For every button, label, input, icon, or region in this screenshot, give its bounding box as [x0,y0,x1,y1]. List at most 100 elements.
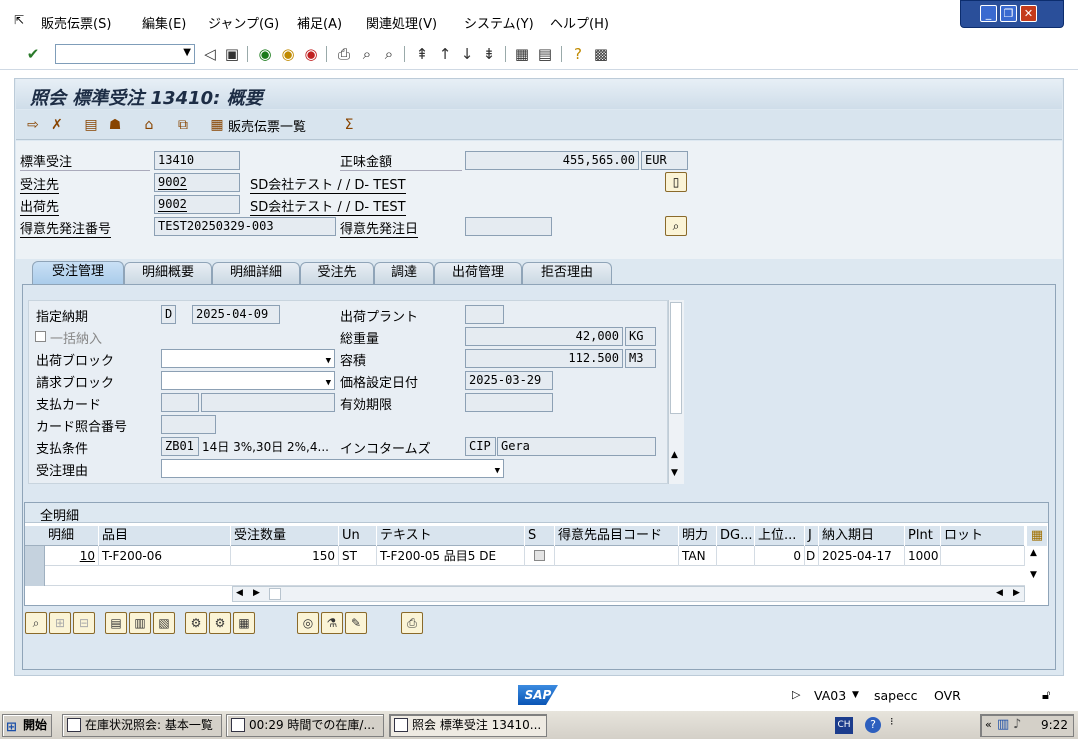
new-session-icon[interactable]: ▦ [513,45,531,63]
order-reason-select[interactable]: ▼ [161,459,504,478]
tab-sales[interactable]: 受注管理 [32,261,124,285]
weight-unit-field[interactable]: KG [625,327,656,346]
complete-delivery-checkbox[interactable] [35,331,46,342]
sold-to-label[interactable]: 受注先 [20,174,60,194]
deselect-all-icon[interactable]: ▧ [153,612,175,634]
table-row[interactable]: 10 T-F200-06 150 ST T-F200-05 品目5 DE TAN… [25,546,1025,566]
card-verification-field[interactable] [161,415,216,434]
display-change-icon[interactable]: ⇨ [24,116,42,134]
delivery-block-select[interactable]: ▼ [161,349,335,368]
scroll-up-icon[interactable]: ▲ [671,450,678,460]
scroll-right-end-icon[interactable]: ▶ [1013,588,1020,598]
po-number-label[interactable]: 得意先発注番号 [20,218,112,238]
column-header-text[interactable]: テキスト [377,526,525,546]
menu-extras[interactable]: 補足(A) [297,13,342,32]
pricing-icon[interactable]: ◎ [297,612,319,634]
cancel-icon[interactable]: ◉ [302,45,320,63]
payment-card-type-field[interactable] [161,393,199,412]
table-scroll-up-icon[interactable]: ▲ [1030,548,1037,558]
column-header-customer-material[interactable]: 得意先品目コード [555,526,679,546]
scroll-left-end-icon[interactable]: ◀ [996,588,1003,598]
ship-to-label[interactable]: 出荷先 [20,196,60,216]
header-icon[interactable]: ▤ [82,116,100,134]
table-horizontal-scrollbar[interactable]: ◀ ▶ ◀ ▶ [232,586,1025,602]
scroll-thumb[interactable] [670,302,682,414]
sum-icon[interactable]: Σ [340,116,358,134]
help-circle-icon[interactable]: ? [865,717,881,733]
net-value-field[interactable]: 455,565.00 [465,151,639,170]
availability-icon[interactable]: ⚗ [321,612,343,634]
cell-order-qty[interactable]: 150 [231,546,339,566]
ship-to-field[interactable]: 9002 [154,195,240,214]
close-button[interactable]: ✕ [1020,5,1037,22]
incoterms-field[interactable]: CIP [465,437,496,456]
cell-plant[interactable]: 1000 [905,546,941,566]
home-icon[interactable]: ⌂ [140,116,158,134]
column-header-dg[interactable]: DG... [717,526,755,546]
status-dropdown-icon[interactable]: ▼ [852,690,859,700]
tab-shipping[interactable]: 出荷管理 [434,262,522,284]
sales-doc-list-button[interactable]: 販売伝票一覧 [228,116,306,135]
row-selector[interactable] [25,566,45,586]
back-icon[interactable]: ◉ [256,45,274,63]
po-number-field[interactable]: TEST20250329-003 [154,217,336,236]
next-page-icon[interactable]: ↓ [458,45,476,63]
cell-s[interactable] [525,546,555,566]
pricing-date-field[interactable]: 2025-03-29 [465,371,553,390]
select-all-icon[interactable]: ▤ [105,612,127,634]
print-icon[interactable]: ⎙ [335,45,353,63]
status-triangle-icon[interactable]: ▷ [792,688,800,701]
save-icon[interactable]: ▣ [223,45,241,63]
scroll-left-icon[interactable]: ◀ [236,588,243,598]
incoterms-place-field[interactable]: Gera [497,437,656,456]
column-header-material[interactable]: 品目 [99,526,231,546]
column-header-order-qty[interactable]: 受注数量 [231,526,339,546]
task-stock-time[interactable]: 00:29 時間での在庫/... [226,714,384,737]
column-header-item-category[interactable]: 明力 [679,526,717,546]
find-next-icon[interactable]: ⌕ [380,45,398,63]
req-delivery-date-type[interactable]: D [161,305,176,324]
insert-row-icon[interactable]: ⊞ [49,612,71,634]
menu-help[interactable]: ヘルプ(H) [550,13,609,32]
menu-goto[interactable]: ジャンプ(G) [208,13,279,32]
help-icon[interactable]: ? [569,45,587,63]
column-header-higher-item[interactable]: 上位... [755,526,805,546]
payment-terms-field[interactable]: ZB01 [161,437,199,456]
delete-row-icon[interactable]: ⊟ [73,612,95,634]
column-header-plant[interactable]: Plnt [905,526,941,546]
document-icon[interactable]: ▯ [665,172,687,192]
req-delivery-date-field[interactable]: 2025-04-09 [192,305,280,324]
search-icon[interactable]: ⌕ [665,216,687,236]
list-icon[interactable]: ▦ [208,116,226,134]
cell-item[interactable]: 10 [45,546,99,566]
command-field[interactable]: ▼ [55,44,195,64]
subitem-icon[interactable]: ▦ [233,612,255,634]
column-header-batch[interactable]: ロット [941,526,1025,546]
scroll-down-icon[interactable]: ▼ [671,468,678,478]
edit-pencil-icon[interactable]: ✎ [345,612,367,634]
table-scroll-down-icon[interactable]: ▼ [1030,570,1037,580]
partner-icon[interactable]: ☗ [106,116,124,134]
po-date-field[interactable] [465,217,552,236]
cell-text[interactable]: T-F200-05 品目5 DE [377,546,525,566]
triangle-left-icon[interactable]: ◁ [201,45,219,63]
volume-icon[interactable]: ♪ [1013,717,1021,732]
menu-system[interactable]: システム(Y) [464,13,534,32]
cell-item-category[interactable]: TAN [679,546,717,566]
column-header-item[interactable]: 明細 [45,526,99,546]
tray-expand-icon[interactable]: « [985,718,992,731]
cell-unit[interactable]: ST [339,546,377,566]
select-block-icon[interactable]: ▥ [129,612,151,634]
language-indicator[interactable]: CH [835,717,853,734]
sold-to-name[interactable]: SD会社テスト / / D- TEST [250,174,406,194]
table-row[interactable] [25,566,1025,586]
print-preview-icon[interactable]: ⎙ [401,612,423,634]
document-flow-icon[interactable]: ⧉ [174,116,192,134]
ime-icon[interactable]: ⁝ [890,715,894,728]
tab-item-overview[interactable]: 明細概要 [124,262,212,284]
volume-field[interactable]: 112.500 [465,349,623,368]
minimize-button[interactable]: _ [980,5,997,22]
cell-batch[interactable] [941,546,1025,566]
network-icon[interactable]: ▥ [997,717,1009,732]
cell-date-type[interactable]: D [805,546,819,566]
